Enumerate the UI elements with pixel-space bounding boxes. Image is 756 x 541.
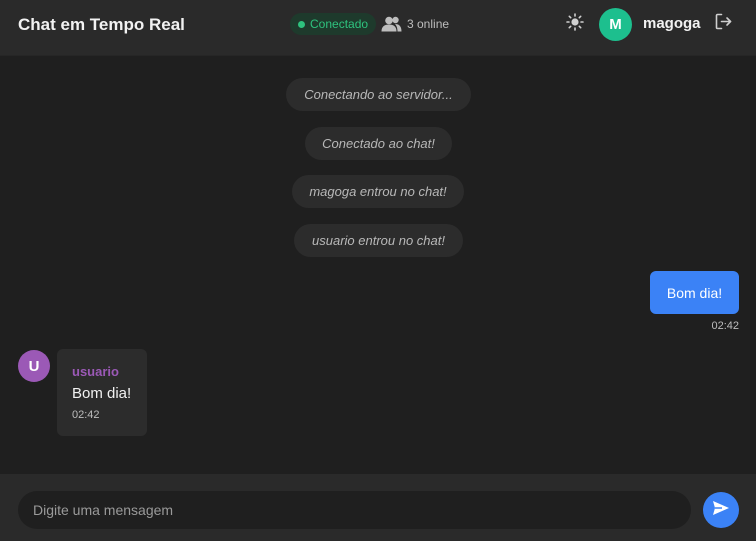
send-icon [712, 500, 730, 521]
connection-status-badge: Conectado [290, 13, 377, 35]
logout-button[interactable] [713, 13, 733, 35]
other-user-avatar: U [18, 350, 50, 382]
online-count: 3 online [381, 14, 449, 34]
connection-status-label: Conectado [310, 17, 369, 31]
logout-icon [715, 13, 732, 35]
users-icon [381, 16, 402, 32]
other-message-bubble: usuario Bom dia! 02:42 [57, 349, 147, 436]
other-message-text: Bom dia! [72, 385, 132, 402]
user-avatar: M [599, 8, 632, 41]
status-dot-icon [298, 20, 305, 28]
message-author: usuario [72, 364, 119, 379]
system-message: Conectado ao chat! [305, 127, 452, 160]
send-button[interactable] [703, 492, 739, 528]
header: Chat em Tempo Real Conectado 3 online M … [0, 0, 756, 56]
own-message-bubble: Bom dia! [650, 271, 739, 314]
system-message: usuario entrou no chat! [294, 224, 463, 257]
other-message-time: 02:42 [72, 409, 100, 421]
own-message-text: Bom dia! [666, 284, 723, 301]
system-message: magoga entrou no chat! [292, 175, 464, 208]
online-count-label: 3 online [407, 17, 450, 31]
username: magoga [643, 15, 701, 32]
own-message-time: 02:42 [711, 320, 739, 332]
message-input[interactable] [18, 491, 691, 529]
theme-toggle-button[interactable] [564, 12, 586, 36]
sun-icon [566, 12, 584, 36]
composer [0, 474, 756, 541]
system-message: Conectando ao servidor... [286, 78, 471, 111]
app-title: Chat em Tempo Real [18, 15, 185, 34]
